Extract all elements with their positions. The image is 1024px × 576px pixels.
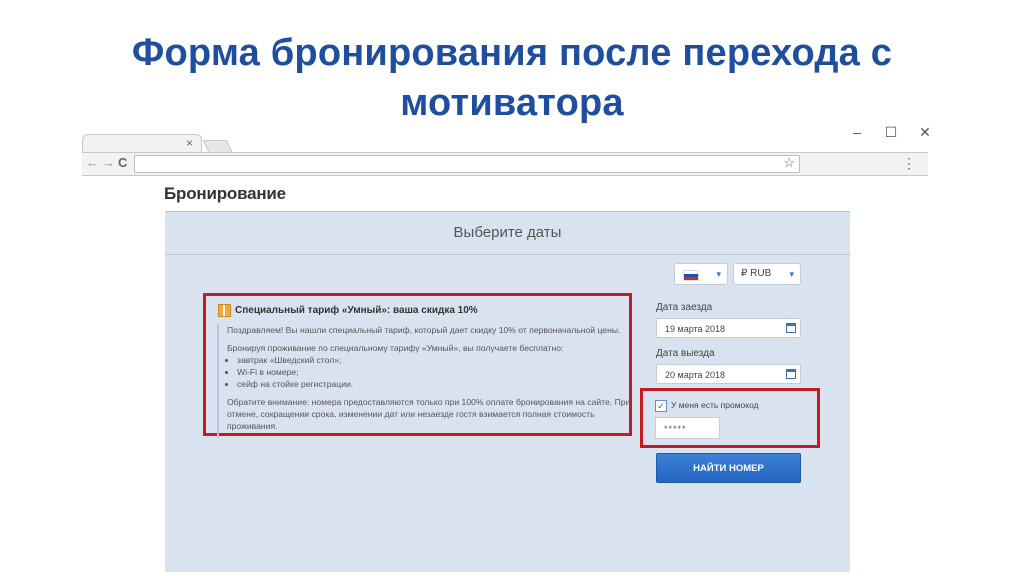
special-tariff-title: Специальный тариф «Умный»: ваша скидка 1… [218, 304, 478, 317]
gift-icon [218, 304, 231, 317]
checkout-date-value: 20 марта 2018 [665, 370, 726, 380]
tab-strip: × [82, 134, 928, 154]
slide-title: Форма бронирования после перехода с моти… [0, 28, 1024, 128]
booking-panel: Выберите даты ▾ ₽ RUB ▾ Специальный тари… [165, 211, 850, 572]
tariff-benefits: завтрак «Шведский стол»; Wi-Fi в номере;… [227, 354, 645, 390]
panel-header: Выберите даты [165, 212, 850, 255]
calendar-icon[interactable] [786, 369, 796, 379]
checkin-date-field[interactable]: 19 марта 2018 [656, 318, 801, 338]
reload-icon[interactable]: C [118, 155, 127, 170]
checkin-date-value: 19 марта 2018 [665, 324, 726, 334]
tariff-note: Обратите внимание: номера предоставляютс… [227, 397, 631, 431]
slide-title-line-2: мотиватора [400, 82, 624, 124]
checkout-date-field[interactable]: 20 марта 2018 [656, 364, 801, 384]
special-tariff-title-text: Специальный тариф «Умный»: ваша скидка 1… [235, 305, 478, 316]
promo-code-checkbox-label: У меня есть промокод [671, 400, 759, 410]
checkout-label: Дата выезда [656, 348, 715, 359]
slide-title-line-1: Форма бронирования после перехода с [131, 32, 893, 74]
tariff-intro: Поздравляем! Вы нашли специальный тариф,… [227, 325, 621, 335]
find-room-button[interactable]: НАЙТИ НОМЕР [656, 453, 801, 483]
benefit-item: завтрак «Шведский стол»; [237, 354, 645, 366]
special-tariff-highlight: Специальный тариф «Умный»: ваша скидка 1… [203, 293, 632, 438]
promo-code-input[interactable]: ***** [655, 417, 720, 439]
benefit-item: сейф на стойке регистрации. [237, 378, 645, 390]
browser-tab[interactable]: × [82, 134, 202, 153]
promo-code-checkbox[interactable]: ✓ [655, 400, 667, 412]
chevron-down-icon: ▾ [789, 269, 794, 279]
tariff-lead: Бронируя проживание по специальному тари… [227, 343, 564, 353]
chevron-down-icon: ▾ [716, 269, 721, 279]
currency-select[interactable]: ₽ RUB ▾ [733, 263, 801, 285]
page-title: Бронирование [164, 184, 286, 203]
browser-toolbar: ← → C ☆ ⋮ [82, 152, 928, 176]
forward-icon[interactable]: → [102, 155, 115, 170]
russia-flag-icon [683, 270, 699, 281]
checkin-label: Дата заезда [656, 302, 713, 313]
promo-code-highlight: ✓ У меня есть промокод ***** [640, 388, 820, 448]
address-bar[interactable]: ☆ [134, 155, 800, 173]
calendar-icon[interactable] [786, 323, 796, 333]
special-tariff-details: Поздравляем! Вы нашли специальный тариф,… [217, 324, 645, 438]
back-icon[interactable]: ← [86, 155, 99, 170]
currency-select-value: ₽ RUB [741, 268, 772, 279]
bookmark-star-icon[interactable]: ☆ [783, 155, 795, 171]
browser-menu-icon[interactable]: ⋮ [902, 153, 916, 173]
language-select[interactable]: ▾ [674, 263, 728, 285]
tab-close-icon[interactable]: × [186, 136, 193, 150]
benefit-item: Wi-Fi в номере; [237, 366, 645, 378]
